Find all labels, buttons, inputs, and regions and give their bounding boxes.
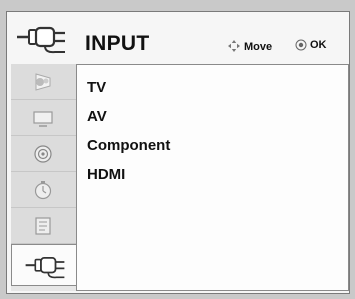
ok-label: OK: [310, 39, 327, 51]
sidebar-item-input[interactable]: [11, 244, 76, 286]
input-option-hdmi[interactable]: HDMI: [87, 160, 170, 189]
audio-icon: [34, 145, 52, 163]
input-option-av[interactable]: AV: [87, 102, 170, 131]
input-connector-icon: [25, 257, 65, 279]
input-menu-window: INPUT Move OK TV AV Component HDMI: [6, 11, 350, 294]
option-icon: [35, 217, 51, 235]
move-hint: Move: [227, 39, 272, 53]
ok-hint: OK: [295, 39, 327, 51]
screen-icon: [33, 111, 53, 127]
sidebar-item-time[interactable]: [11, 172, 76, 208]
input-option-component[interactable]: Component: [87, 131, 170, 160]
sidebar-item-picture[interactable]: [11, 64, 76, 100]
input-option-tv[interactable]: TV: [87, 73, 170, 102]
ok-button-icon: [295, 39, 307, 51]
menu-sidebar: [11, 64, 76, 291]
move-label: Move: [244, 41, 273, 53]
menu-header: INPUT Move OK: [7, 12, 349, 64]
input-connector-icon: [17, 26, 65, 54]
sidebar-item-screen[interactable]: [11, 100, 76, 136]
sidebar-item-audio[interactable]: [11, 136, 76, 172]
navigation-arrows-icon: [228, 40, 240, 52]
sidebar-item-option[interactable]: [11, 208, 76, 244]
picture-icon: [35, 73, 51, 91]
input-source-panel: TV AV Component HDMI: [76, 64, 349, 291]
page-title: INPUT: [85, 32, 150, 55]
input-source-list: TV AV Component HDMI: [87, 73, 170, 189]
time-icon: [34, 181, 52, 200]
